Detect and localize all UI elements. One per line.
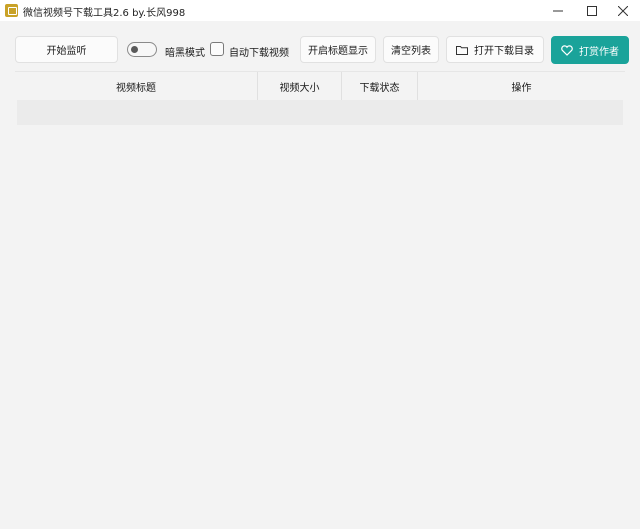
minimize-button[interactable] [541, 0, 575, 21]
column-header-title[interactable]: 视频标题 [15, 72, 257, 100]
reward-author-label: 打赏作者 [579, 46, 619, 58]
column-header-status[interactable]: 下载状态 [342, 72, 417, 100]
maximize-button[interactable] [575, 0, 609, 21]
open-download-dir-button[interactable]: 打开下载目录 [446, 36, 544, 63]
app-icon [5, 4, 18, 17]
column-header-size[interactable]: 视频大小 [258, 72, 341, 100]
title-bar[interactable]: 微信视频号下载工具2.6 by.长风998 [0, 0, 640, 21]
heart-icon [561, 44, 573, 56]
video-table: 视频标题 视频大小 下载状态 操作 [15, 71, 625, 529]
close-icon [618, 5, 628, 16]
title-display-button[interactable]: 开启标题显示 [300, 36, 376, 63]
clear-list-button[interactable]: 清空列表 [383, 36, 439, 63]
maximize-icon [587, 5, 597, 16]
minimize-icon [553, 10, 563, 11]
empty-row-placeholder [17, 100, 623, 125]
window-title: 微信视频号下载工具2.6 by.长风998 [23, 8, 186, 19]
toggle-knob [131, 46, 138, 53]
folder-icon [456, 45, 468, 55]
dark-mode-label: 暗黑模式 [165, 48, 205, 59]
column-header-actions[interactable]: 操作 [418, 72, 625, 100]
table-header: 视频标题 视频大小 下载状态 操作 [15, 71, 625, 100]
open-download-dir-label: 打开下载目录 [474, 46, 534, 57]
auto-download-label: 自动下载视频 [229, 48, 289, 59]
dark-mode-toggle[interactable] [127, 42, 157, 57]
auto-download-checkbox[interactable] [210, 42, 224, 56]
reward-author-button[interactable]: 打赏作者 [551, 36, 629, 64]
close-button[interactable] [606, 0, 640, 21]
start-monitor-button[interactable]: 开始监听 [15, 36, 118, 63]
